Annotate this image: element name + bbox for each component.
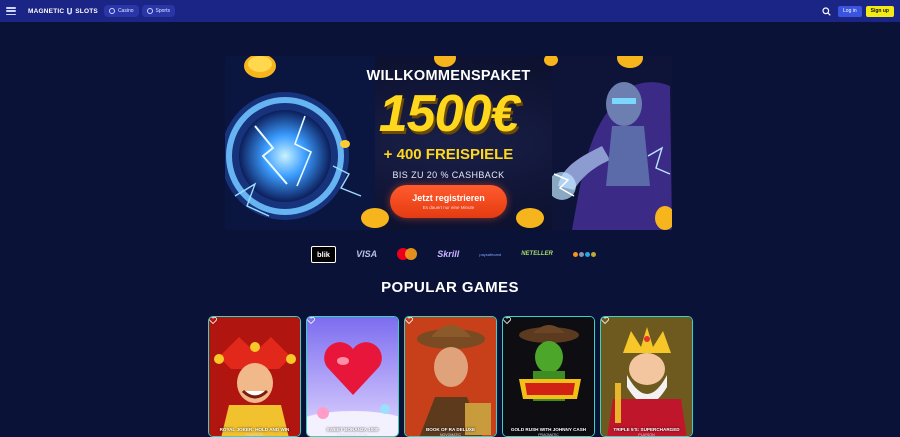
bonus-amount: 1500€	[378, 85, 520, 143]
nav-casino[interactable]: Casino	[103, 5, 139, 17]
payment-methods: blik VISA Skrill paysafecard NETELLER	[311, 245, 596, 263]
game-card[interactable]: BOOK OF RA DELUXE NOVOMATIC	[404, 316, 497, 437]
register-button-label: Jetzt registrieren	[412, 193, 485, 203]
signup-button[interactable]: Sign up	[865, 5, 894, 17]
menu-icon[interactable]	[6, 7, 16, 15]
game-thumbnail	[601, 317, 692, 436]
magnet-icon	[67, 7, 73, 14]
game-title: BOOK OF RA DELUXE	[425, 427, 476, 432]
game-provider: PRAGMATIC PLAY	[337, 433, 368, 437]
register-button-sublabel: Es dauert nur eine Minute	[422, 205, 475, 210]
site-logo[interactable]: MAGNETIC SLOTS	[28, 7, 98, 16]
free-spins-text: + 400 FREISPIELE	[383, 146, 514, 163]
neteller-logo: NETELLER	[521, 251, 553, 257]
casino-icon	[108, 8, 115, 14]
game-provider: NOVOMATIC	[440, 433, 461, 437]
skrill-logo: Skrill	[437, 249, 460, 259]
game-card[interactable]: TRIPLE 5'S: SUPERCHARGED PLAYSON	[600, 316, 693, 437]
game-thumbnail	[307, 317, 398, 436]
favorite-heart-icon[interactable]	[601, 317, 609, 324]
game-thumbnail	[503, 317, 594, 436]
favorite-heart-icon[interactable]	[307, 317, 315, 324]
favorite-heart-icon[interactable]	[405, 317, 413, 324]
paysafecard-logo: paysafecard	[479, 251, 502, 257]
game-provider: PLAYSON	[638, 433, 655, 437]
mastercard-logo	[397, 248, 418, 260]
game-thumbnail	[405, 317, 496, 436]
nav-sports[interactable]: Sports	[141, 5, 175, 17]
game-provider: PLAYSON	[246, 433, 263, 437]
welcome-banner[interactable]: WILLKOMMENSPAKET 1500€ + 400 FREISPIELE …	[225, 56, 672, 230]
sports-icon	[146, 8, 153, 14]
games-row: ROYAL JOKER: HOLD AND WIN PLAYSON SWEET …	[208, 316, 693, 437]
search-icon[interactable]	[822, 6, 831, 16]
game-thumbnail	[209, 317, 300, 436]
crypto-logos	[572, 251, 596, 257]
visa-logo: VISA	[356, 249, 378, 259]
nav-casino-label: Casino	[117, 8, 134, 14]
game-title: TRIPLE 5'S: SUPERCHARGED	[613, 427, 680, 432]
game-title: ROYAL JOKER: HOLD AND WIN	[219, 427, 290, 432]
nav-sports-label: Sports	[155, 8, 170, 14]
game-title: GOLD RUSH WITH JOHNNY CASH	[510, 427, 587, 432]
logo-text-left: MAGNETIC	[28, 7, 65, 15]
favorite-heart-icon[interactable]	[209, 317, 217, 324]
login-button[interactable]: Log in	[838, 5, 862, 17]
popular-games-title: POPULAR GAMES	[381, 279, 519, 296]
game-card[interactable]: ROYAL JOKER: HOLD AND WIN PLAYSON	[208, 316, 301, 437]
register-button[interactable]: Jetzt registrieren Es dauert nur eine Mi…	[390, 185, 507, 218]
game-provider: PRAGMATIC	[538, 433, 559, 437]
favorite-heart-icon[interactable]	[503, 317, 511, 324]
cashback-text: BIS ZU 20 % CASHBACK	[392, 170, 505, 180]
game-card[interactable]: GOLD RUSH WITH JOHNNY CASH PRAGMATIC	[502, 316, 595, 437]
blik-logo: blik	[311, 245, 336, 263]
banner-title: WILLKOMMENSPAKET	[366, 68, 531, 84]
game-card[interactable]: SWEET BONANZA 1000 PRAGMATIC PLAY	[306, 316, 399, 437]
game-title: SWEET BONANZA 1000	[326, 427, 379, 432]
logo-text-right: SLOTS	[75, 7, 98, 15]
top-navbar: MAGNETIC SLOTS Casino Sports Log in Sign…	[0, 0, 900, 22]
